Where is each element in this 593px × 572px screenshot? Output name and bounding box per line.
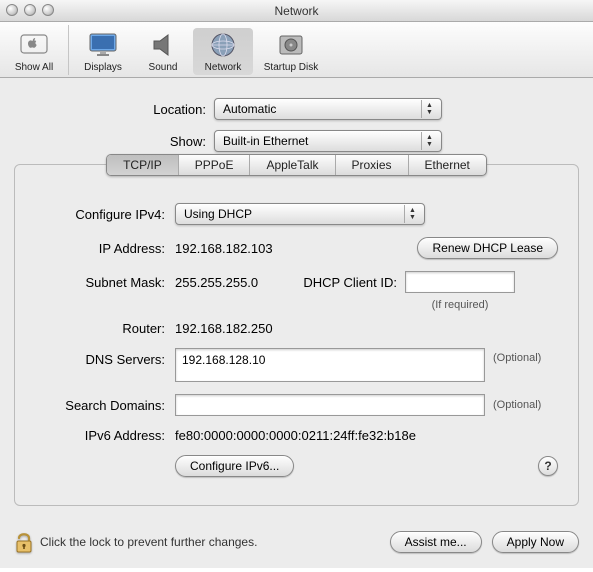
- toolbar-label: Network: [205, 62, 242, 73]
- disk-icon: [275, 30, 307, 60]
- toolbar-sound[interactable]: Sound: [133, 28, 193, 75]
- show-value: Built-in Ethernet: [223, 134, 308, 148]
- router-value: 192.168.182.250: [175, 321, 273, 336]
- lock-text: Click the lock to prevent further change…: [40, 535, 257, 549]
- dns-optional-label: (Optional): [493, 348, 541, 364]
- globe-icon: [207, 30, 239, 60]
- tab-tcpip[interactable]: TCP/IP: [107, 155, 179, 175]
- search-domains-label: Search Domains:: [35, 398, 175, 413]
- footer: Click the lock to prevent further change…: [0, 520, 593, 568]
- configure-ipv6-button[interactable]: Configure IPv6...: [175, 455, 294, 477]
- toolbar: Show All Displays Sound: [0, 22, 593, 78]
- apply-now-button[interactable]: Apply Now: [492, 531, 579, 553]
- tcpip-pane: Configure IPv4: Using DHCP ▲▼ IP Address…: [29, 187, 564, 477]
- toolbar-label: Displays: [84, 62, 122, 73]
- location-value: Automatic: [223, 102, 276, 116]
- toolbar-label: Show All: [15, 62, 53, 73]
- toolbar-startup-disk[interactable]: Startup Disk: [253, 28, 329, 75]
- show-label: Show:: [14, 134, 214, 149]
- tab-pppoe[interactable]: PPPoE: [179, 155, 251, 175]
- toolbar-label: Sound: [149, 62, 178, 73]
- toolbar-show-all[interactable]: Show All: [4, 28, 64, 75]
- updown-icon: ▲▼: [421, 132, 437, 150]
- dhcp-client-id-input[interactable]: [405, 271, 515, 293]
- subnet-mask-label: Subnet Mask:: [35, 275, 175, 290]
- location-label: Location:: [14, 102, 214, 117]
- location-select[interactable]: Automatic ▲▼: [214, 98, 442, 120]
- apple-icon: [18, 30, 50, 60]
- zoom-window-button[interactable]: [42, 4, 54, 16]
- traffic-lights: [6, 4, 54, 16]
- ipv6-address-value: fe80:0000:0000:0000:0211:24ff:fe32:b18e: [175, 428, 416, 443]
- configure-ipv4-select[interactable]: Using DHCP ▲▼: [175, 203, 425, 225]
- display-icon: [87, 30, 119, 60]
- tab-appletalk[interactable]: AppleTalk: [250, 155, 335, 175]
- dhcp-client-id-hint: (If required): [405, 299, 515, 311]
- dns-servers-input[interactable]: 192.168.128.10: [175, 348, 485, 382]
- tabs: TCP/IP PPPoE AppleTalk Proxies Ethernet: [106, 154, 487, 176]
- ipv6-address-label: IPv6 Address:: [35, 428, 175, 443]
- toolbar-displays[interactable]: Displays: [73, 28, 133, 75]
- dns-servers-label: DNS Servers:: [35, 348, 175, 367]
- search-optional-label: (Optional): [493, 399, 541, 411]
- tab-proxies[interactable]: Proxies: [336, 155, 409, 175]
- tab-ethernet[interactable]: Ethernet: [409, 155, 486, 175]
- renew-dhcp-lease-button[interactable]: Renew DHCP Lease: [417, 237, 558, 259]
- ip-address-value: 192.168.182.103: [175, 241, 273, 256]
- speaker-icon: [147, 30, 179, 60]
- window-titlebar: Network: [0, 0, 593, 22]
- ip-address-label: IP Address:: [35, 241, 175, 256]
- updown-icon: ▲▼: [421, 100, 437, 118]
- settings-group: TCP/IP PPPoE AppleTalk Proxies Ethernet …: [14, 164, 579, 506]
- toolbar-label: Startup Disk: [264, 62, 318, 73]
- toolbar-network[interactable]: Network: [193, 28, 253, 75]
- window-title: Network: [274, 4, 318, 18]
- toolbar-separator: [68, 25, 69, 75]
- configure-ipv4-label: Configure IPv4:: [35, 207, 175, 222]
- updown-icon: ▲▼: [404, 205, 420, 223]
- show-select[interactable]: Built-in Ethernet ▲▼: [214, 130, 442, 152]
- lock-icon[interactable]: [14, 530, 34, 554]
- assist-me-button[interactable]: Assist me...: [390, 531, 482, 553]
- help-button[interactable]: ?: [538, 456, 558, 476]
- search-domains-input[interactable]: [175, 394, 485, 416]
- dhcp-client-id-label: DHCP Client ID:: [295, 275, 405, 290]
- subnet-mask-value: 255.255.255.0: [175, 275, 295, 290]
- pane-body: Location: Automatic ▲▼ Show: Built-in Et…: [0, 78, 593, 520]
- tabs-bar: TCP/IP PPPoE AppleTalk Proxies Ethernet: [29, 154, 564, 176]
- router-label: Router:: [35, 321, 175, 336]
- configure-ipv4-value: Using DHCP: [184, 207, 252, 221]
- minimize-window-button[interactable]: [24, 4, 36, 16]
- close-window-button[interactable]: [6, 4, 18, 16]
